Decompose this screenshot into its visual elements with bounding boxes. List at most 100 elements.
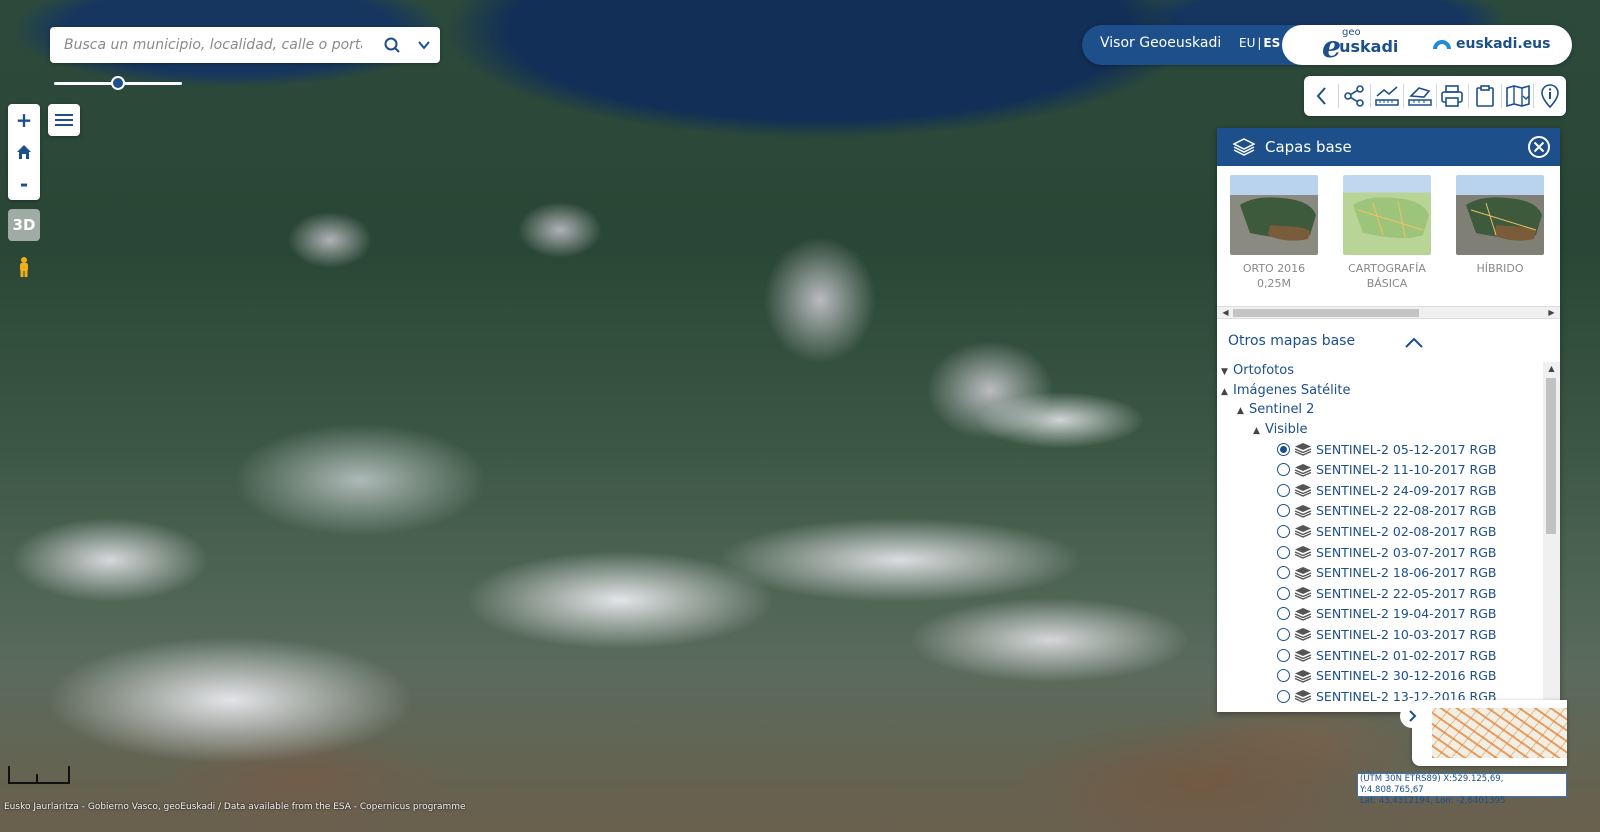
scale-bar — [8, 766, 70, 784]
layer-row[interactable]: SENTINEL-2 30-12-2016 RGB — [1277, 666, 1497, 686]
clipboard-icon — [1476, 85, 1494, 107]
chevron-down-icon — [418, 41, 430, 50]
layer-row[interactable]: SENTINEL-2 19-04-2017 RGB — [1277, 604, 1497, 624]
orto-thumbnail-art — [1240, 197, 1316, 241]
brand-logos: e geo uskadi euskadi.eus — [1282, 25, 1572, 65]
lang-separator: | — [1257, 36, 1262, 50]
tree-node-satelite[interactable]: ▲ Imágenes Satélite — [1221, 382, 1351, 400]
search-input[interactable] — [50, 27, 376, 63]
layer-row[interactable]: SENTINEL-2 03-07-2017 RGB — [1277, 542, 1497, 562]
collapsed-triangle-icon: ▼ — [1221, 367, 1228, 377]
horizontal-scrollbar[interactable]: ◀ ▶ — [1217, 306, 1560, 319]
scroll-left-arrow[interactable]: ◀ — [1219, 307, 1232, 318]
layer-radio-button[interactable] — [1277, 648, 1290, 662]
layer-radio-button[interactable] — [1277, 566, 1290, 580]
layer-radio-button[interactable] — [1277, 689, 1290, 703]
layer-radio-button[interactable] — [1277, 524, 1290, 538]
layer-radio-button[interactable] — [1277, 504, 1290, 518]
search-icon — [384, 37, 400, 53]
base-card-cartografia-label: CARTOGRAFÍA BÁSICA — [1339, 261, 1435, 291]
tree-node-visible-label: Visible — [1265, 422, 1308, 437]
layer-row[interactable]: SENTINEL-2 22-05-2017 RGB — [1277, 583, 1497, 603]
layers-stack-icon — [1294, 690, 1312, 703]
layer-name: SENTINEL-2 05-12-2017 RGB — [1316, 441, 1497, 457]
language-switch: EU | ES — [1239, 36, 1280, 50]
tree-node-satelite-label: Imágenes Satélite — [1233, 383, 1351, 398]
scroll-up-arrow[interactable]: ▲ — [1543, 364, 1560, 373]
layer-radio-button[interactable] — [1277, 463, 1290, 477]
measure-distance-icon — [1375, 86, 1399, 106]
zoom-in-button[interactable]: + — [8, 104, 40, 136]
search-options-button[interactable] — [408, 27, 440, 63]
layer-row[interactable]: SENTINEL-2 02-08-2017 RGB — [1277, 521, 1497, 541]
layer-radio-button[interactable] — [1277, 586, 1290, 600]
layer-radio-button[interactable] — [1277, 545, 1290, 559]
chevron-up-icon[interactable] — [1403, 332, 1425, 354]
measure-area-button[interactable] — [1404, 76, 1436, 116]
opacity-slider-thumb[interactable] — [111, 76, 125, 90]
map-compare-icon — [1505, 84, 1530, 108]
layer-row[interactable]: SENTINEL-2 05-12-2017 RGB — [1277, 439, 1497, 459]
chevron-left-icon — [1316, 87, 1326, 105]
base-card-hibrido[interactable]: HÍBRIDO — [1452, 175, 1548, 276]
street-view-button[interactable] — [13, 255, 35, 279]
clipboard-button[interactable] — [1469, 76, 1501, 116]
layers-icon — [1233, 138, 1255, 156]
layer-radio-button[interactable] — [1277, 607, 1290, 621]
layer-name: SENTINEL-2 01-02-2017 RGB — [1316, 647, 1497, 663]
home-button[interactable] — [8, 136, 40, 168]
layer-row[interactable]: SENTINEL-2 24-09-2017 RGB — [1277, 480, 1497, 500]
layers-stack-icon — [1294, 628, 1312, 642]
expanded-triangle-icon: ▲ — [1221, 387, 1228, 397]
layer-row[interactable]: SENTINEL-2 10-03-2017 RGB — [1277, 624, 1497, 644]
zoom-out-button[interactable]: - — [8, 168, 40, 200]
scroll-right-arrow[interactable]: ▶ — [1545, 307, 1558, 318]
overview-map-box — [1400, 700, 1567, 766]
coordinates-readout: (UTM 30N ETRS89) X:529.125,69, Y:4.808.7… — [1357, 773, 1567, 806]
map-compare-button[interactable] — [1502, 76, 1534, 116]
tree-node-visible[interactable]: ▲ Visible — [1253, 421, 1307, 439]
collapse-toolbar-button[interactable] — [1306, 76, 1338, 116]
tree-node-ortofotos[interactable]: ▼ Ortofotos — [1221, 362, 1294, 380]
layer-row[interactable]: SENTINEL-2 22-08-2017 RGB — [1277, 501, 1497, 521]
layer-name: SENTINEL-2 11-10-2017 RGB — [1316, 462, 1497, 478]
layer-radio-button[interactable] — [1277, 442, 1290, 456]
geoeuskadi-logo[interactable]: e geo uskadi — [1322, 27, 1398, 63]
layer-row[interactable]: SENTINEL-2 11-10-2017 RGB — [1277, 460, 1497, 480]
search-box — [50, 27, 440, 63]
lang-es-link[interactable]: ES — [1263, 36, 1280, 50]
layers-stack-icon — [1294, 607, 1312, 621]
base-card-orto-line1: ORTO 2016 — [1242, 262, 1306, 275]
euskadi-eus-logo[interactable]: euskadi.eus — [1432, 36, 1551, 52]
measure-distance-button[interactable] — [1371, 76, 1403, 116]
base-layers-panel: Capas base ORTO 2016 0,25M CARTOGRAFÍA BÁS… — [1217, 128, 1560, 712]
opacity-slider[interactable] — [54, 76, 182, 90]
layer-radio-button[interactable] — [1277, 669, 1290, 683]
share-button[interactable] — [1339, 76, 1371, 116]
vertical-scrollbar[interactable]: ▲ ▼ — [1543, 362, 1560, 712]
layer-row[interactable]: SENTINEL-2 18-06-2017 RGB — [1277, 563, 1497, 583]
layer-name: SENTINEL-2 24-09-2017 RGB — [1316, 482, 1497, 498]
info-button[interactable] — [1534, 76, 1566, 116]
search-button[interactable] — [376, 27, 408, 63]
orto-thumbnail — [1230, 175, 1318, 255]
overview-toggle-button[interactable] — [1400, 704, 1424, 728]
vertical-scroll-thumb[interactable] — [1546, 378, 1556, 534]
layers-stack-icon — [1294, 525, 1312, 539]
layer-radio-button[interactable] — [1277, 627, 1290, 641]
base-card-orto[interactable]: ORTO 2016 0,25M — [1226, 175, 1322, 291]
layer-row[interactable]: SENTINEL-2 01-02-2017 RGB — [1277, 645, 1497, 665]
layers-list-button[interactable] — [48, 104, 80, 136]
base-card-cartografia[interactable]: CARTOGRAFÍA BÁSICA — [1339, 175, 1435, 291]
print-button[interactable] — [1437, 76, 1469, 116]
layers-stack-icon — [1294, 504, 1312, 518]
tree-node-sentinel[interactable]: ▲ Sentinel 2 — [1237, 401, 1314, 419]
base-card-cartografia-line2: BÁSICA — [1366, 277, 1408, 290]
close-icon[interactable] — [1527, 135, 1551, 159]
lang-eu-link[interactable]: EU — [1239, 36, 1255, 50]
layer-radio-button[interactable] — [1277, 483, 1290, 497]
overview-map[interactable] — [1432, 708, 1567, 758]
horizontal-scroll-thumb[interactable] — [1233, 309, 1419, 317]
measure-area-icon — [1407, 87, 1432, 106]
view-3d-button[interactable]: 3D — [8, 209, 40, 241]
